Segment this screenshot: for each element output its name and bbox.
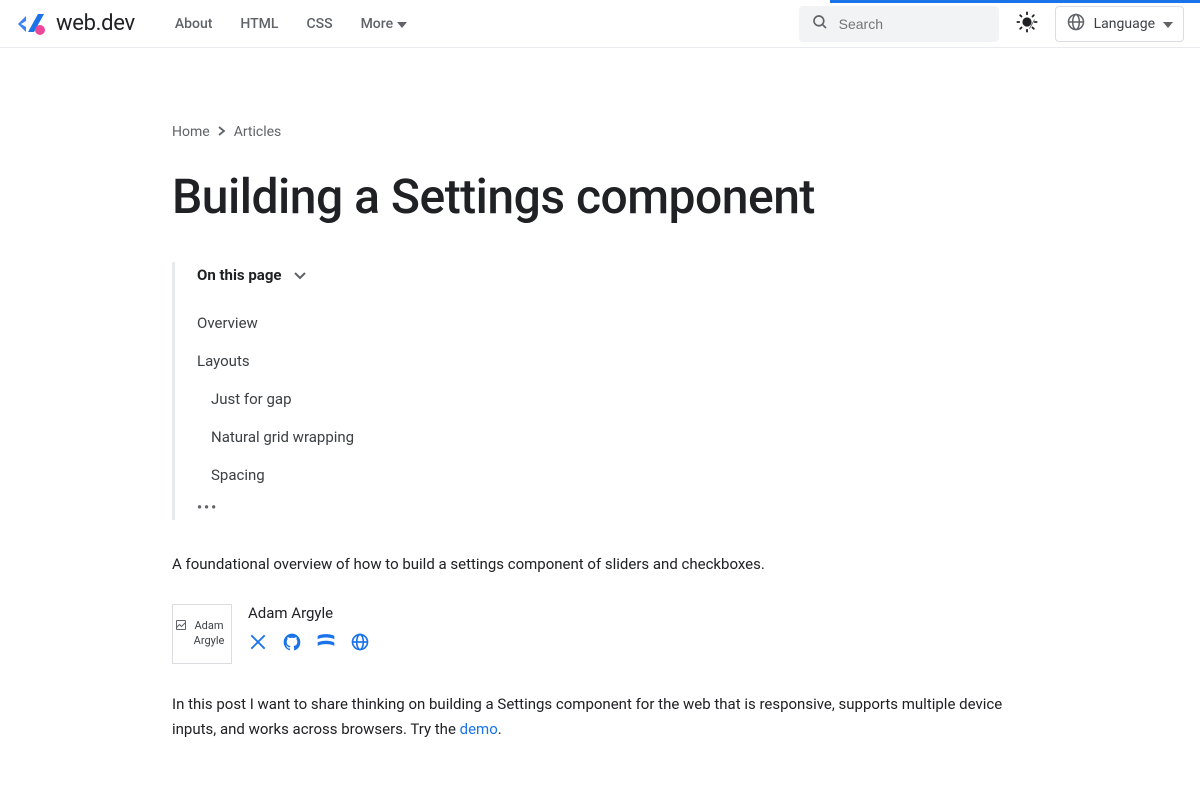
author-block: Adam Argyle Adam Argyle: [172, 604, 1028, 664]
page-progress-indicator: [830, 0, 1200, 3]
dropdown-arrow-icon: [1163, 16, 1173, 32]
language-label: Language: [1094, 16, 1155, 32]
breadcrumb: Home Articles: [172, 124, 1028, 140]
search-input[interactable]: [839, 16, 1020, 32]
twitter-link[interactable]: [248, 632, 268, 656]
github-icon: [282, 632, 302, 656]
breadcrumb-home[interactable]: Home: [172, 124, 210, 140]
theme-toggle-button[interactable]: [1007, 4, 1047, 44]
language-selector[interactable]: Language: [1055, 6, 1184, 42]
chevron-right-icon: [218, 124, 226, 140]
toc-expand-button[interactable]: •••: [197, 494, 1028, 516]
search-box[interactable]: /: [799, 6, 999, 42]
site-logo[interactable]: web.dev: [16, 11, 135, 36]
article-lede: A foundational overview of how to build …: [172, 552, 1028, 576]
globe-icon: [350, 632, 370, 656]
avatar-alt-text: Adam Argyle: [189, 619, 229, 648]
webdev-logo-icon: [16, 12, 46, 36]
sun-icon: [1016, 11, 1038, 37]
article-card: Home Articles Building a Settings compon…: [132, 72, 1068, 799]
globe-icon: [1066, 12, 1086, 36]
github-link[interactable]: [282, 632, 302, 656]
toc-item-just-for-gap[interactable]: Just for gap: [197, 380, 1028, 418]
toc-item-layouts[interactable]: Layouts: [197, 342, 1028, 380]
website-link[interactable]: [350, 632, 370, 656]
search-icon: [811, 13, 829, 35]
toc-item-overview[interactable]: Overview: [197, 304, 1028, 342]
author-name: Adam Argyle: [248, 604, 370, 622]
glitch-icon: [316, 632, 336, 656]
x-twitter-icon: [248, 632, 268, 656]
author-social-links: [248, 632, 370, 656]
toc-toggle[interactable]: On this page: [197, 266, 1028, 284]
nav-about[interactable]: About: [175, 16, 213, 32]
article-intro-paragraph: In this post I want to share thinking on…: [172, 692, 1028, 743]
dropdown-arrow-icon: [397, 16, 407, 32]
broken-image-icon: [175, 619, 187, 635]
nav-more-label: More: [361, 16, 394, 32]
glitch-link[interactable]: [316, 632, 336, 656]
nav-css[interactable]: CSS: [306, 16, 332, 32]
page-title: Building a Settings component: [172, 168, 1028, 226]
breadcrumb-articles[interactable]: Articles: [234, 124, 282, 140]
author-avatar: Adam Argyle: [172, 604, 232, 664]
table-of-contents: On this page Overview Layouts Just for g…: [172, 262, 1028, 520]
intro-text-pre: In this post I want to share thinking on…: [172, 695, 1002, 739]
chevron-down-icon: [294, 266, 306, 284]
site-name: web.dev: [56, 11, 135, 36]
site-header: web.dev About HTML CSS More /: [0, 0, 1200, 48]
intro-text-post: .: [498, 720, 502, 738]
demo-link[interactable]: demo: [460, 720, 498, 738]
nav-html[interactable]: HTML: [240, 16, 278, 32]
primary-nav: About HTML CSS More: [175, 16, 407, 32]
toc-item-spacing[interactable]: Spacing: [197, 456, 1028, 494]
toc-header-label: On this page: [197, 266, 282, 284]
toc-item-natural-grid-wrapping[interactable]: Natural grid wrapping: [197, 418, 1028, 456]
nav-more-dropdown[interactable]: More: [361, 16, 408, 32]
